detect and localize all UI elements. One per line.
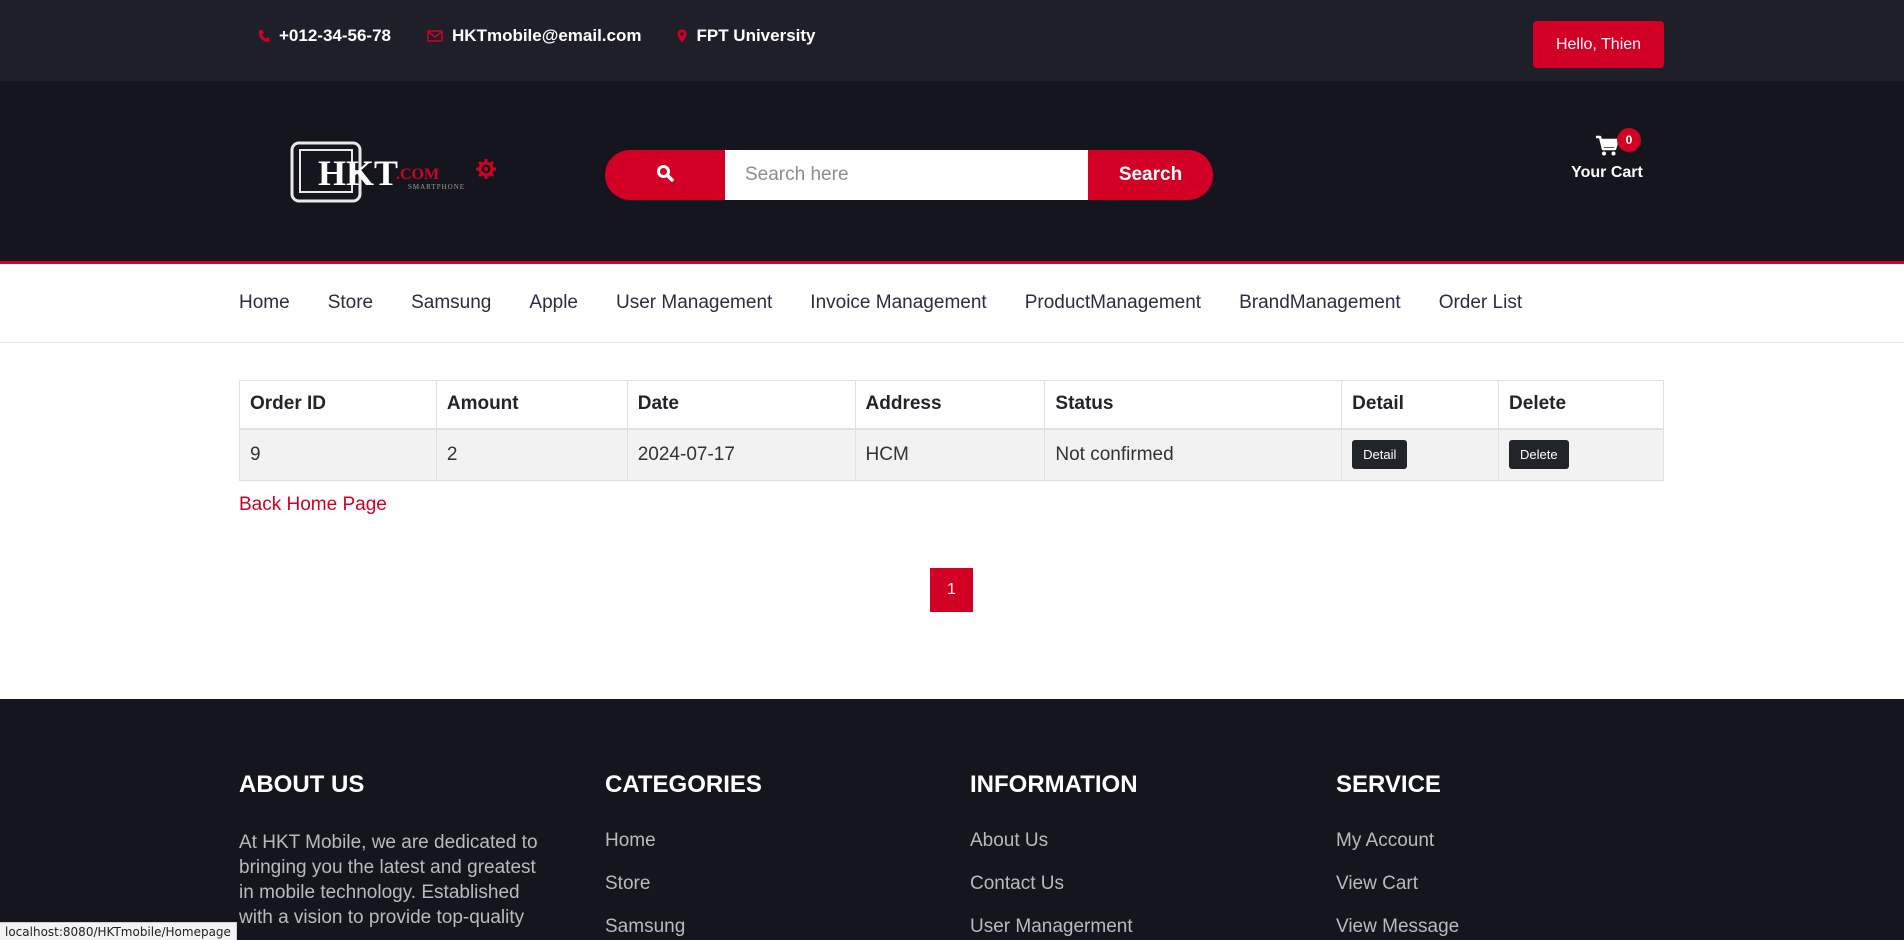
- shopping-cart-icon: [1595, 135, 1619, 161]
- location-text: FPT University: [696, 26, 816, 45]
- cell-delete: Delete: [1498, 428, 1664, 481]
- svg-text:HKT: HKT: [318, 153, 398, 193]
- contact-email[interactable]: HKTmobile@email.com: [427, 26, 641, 46]
- footer-categories: CATEGORIES Home Store Samsung: [605, 771, 930, 940]
- nav-item-user-management[interactable]: User Management: [616, 292, 772, 314]
- contact-info: +012-34-56-78 HKTmobile@email.com FPT Un…: [258, 26, 816, 46]
- site-logo[interactable]: HKT .COM SMARTPHONE: [290, 141, 500, 210]
- search-bar: Search: [605, 150, 1213, 200]
- user-account-button[interactable]: Hello, Thien: [1533, 21, 1664, 68]
- footer: ABOUT US At HKT Mobile, we are dedicated…: [0, 699, 1904, 940]
- footer-categories-title: CATEGORIES: [605, 771, 762, 798]
- nav-item-home[interactable]: Home: [239, 292, 290, 314]
- cart-label: Your Cart: [1571, 164, 1643, 181]
- footer-about-title: ABOUT US: [239, 771, 365, 798]
- email-text: HKTmobile@email.com: [452, 26, 642, 45]
- footer-service: SERVICE My Account View Cart View Messag…: [1336, 771, 1661, 940]
- contact-phone[interactable]: +012-34-56-78: [258, 26, 391, 46]
- footer-link-user-management[interactable]: User Managerment: [970, 916, 1295, 940]
- column-header-delete: Delete: [1498, 380, 1664, 430]
- cell-order-id: 9: [239, 428, 437, 481]
- browser-status-bar: localhost:8080/HKTmobile/Homepage: [0, 922, 237, 940]
- table-row: 9 2 2024-07-17 HCM Not confirmed Detail …: [239, 428, 1664, 481]
- footer-about: ABOUT US At HKT Mobile, we are dedicated…: [239, 771, 564, 930]
- column-header-amount: Amount: [435, 380, 628, 430]
- column-header-date: Date: [626, 380, 856, 430]
- back-home-link[interactable]: Back Home Page: [239, 494, 387, 516]
- cell-amount: 2: [435, 428, 628, 481]
- nav-item-order-list[interactable]: Order List: [1439, 292, 1522, 314]
- column-header-order-id: Order ID: [239, 380, 437, 430]
- footer-link-my-account[interactable]: My Account: [1336, 830, 1661, 873]
- cart-link[interactable]: 0 Your Cart: [1570, 128, 1644, 182]
- cell-detail: Detail: [1341, 428, 1500, 481]
- footer-link-home[interactable]: Home: [605, 830, 930, 873]
- footer-service-title: SERVICE: [1336, 771, 1441, 798]
- footer-link-contact-us[interactable]: Contact Us: [970, 873, 1295, 916]
- nav-item-apple[interactable]: Apple: [529, 292, 578, 314]
- nav-item-store[interactable]: Store: [328, 292, 373, 314]
- delete-button[interactable]: Delete: [1509, 440, 1569, 470]
- column-header-address: Address: [854, 380, 1046, 430]
- table-header-row: Order ID Amount Date Address Status Deta…: [239, 380, 1664, 430]
- phone-text: +012-34-56-78: [279, 26, 392, 45]
- svg-text:.COM: .COM: [396, 166, 439, 183]
- footer-about-line: bringing you the latest and greatest: [239, 857, 536, 878]
- footer-about-line: with a vision to provide top-quality: [239, 907, 525, 928]
- column-header-detail: Detail: [1341, 380, 1500, 430]
- nav-item-samsung[interactable]: Samsung: [411, 292, 491, 314]
- search-category-button[interactable]: [605, 150, 725, 200]
- header: HKT .COM SMARTPHONE Search 0 Your Cart: [0, 81, 1904, 261]
- footer-link-store[interactable]: Store: [605, 873, 930, 916]
- footer-link-view-message[interactable]: View Message: [1336, 916, 1661, 940]
- column-header-status: Status: [1044, 380, 1343, 430]
- phone-icon: [258, 29, 270, 43]
- footer-about-text: At HKT Mobile, we are dedicated to bring…: [239, 830, 561, 930]
- cell-status: Not confirmed: [1044, 428, 1343, 481]
- top-bar: +012-34-56-78 HKTmobile@email.com FPT Un…: [0, 0, 1904, 81]
- search-button[interactable]: Search: [1088, 150, 1213, 200]
- footer-about-line: in mobile technology. Established: [239, 882, 520, 903]
- map-marker-icon: [677, 29, 687, 43]
- footer-about-line: At HKT Mobile, we are dedicated to: [239, 832, 538, 853]
- svg-text:SMARTPHONE: SMARTPHONE: [408, 183, 465, 191]
- pagination-page-1[interactable]: 1: [930, 568, 973, 612]
- nav-list: Home Store Samsung Apple User Management…: [239, 292, 1522, 314]
- cell-address: HCM: [854, 428, 1046, 481]
- nav-item-brand-management[interactable]: BrandManagement: [1239, 292, 1401, 314]
- nav-item-invoice-management[interactable]: Invoice Management: [810, 292, 986, 314]
- footer-link-samsung[interactable]: Samsung: [605, 916, 930, 940]
- footer-link-view-cart[interactable]: View Cart: [1336, 873, 1661, 916]
- search-icon: [656, 164, 674, 187]
- footer-link-about-us[interactable]: About Us: [970, 830, 1295, 873]
- envelope-icon: [427, 30, 443, 42]
- order-table: Order ID Amount Date Address Status Deta…: [239, 380, 1664, 481]
- footer-information-title: INFORMATION: [970, 771, 1138, 798]
- main-navigation: Home Store Samsung Apple User Management…: [0, 264, 1904, 343]
- detail-button[interactable]: Detail: [1352, 440, 1408, 470]
- nav-item-product-management[interactable]: ProductManagement: [1025, 292, 1201, 314]
- footer-information: INFORMATION About Us Contact Us User Man…: [970, 771, 1295, 940]
- contact-location[interactable]: FPT University: [677, 26, 816, 46]
- search-input[interactable]: [725, 150, 1093, 200]
- cart-count-badge: 0: [1617, 128, 1641, 152]
- cell-date: 2024-07-17: [626, 428, 856, 481]
